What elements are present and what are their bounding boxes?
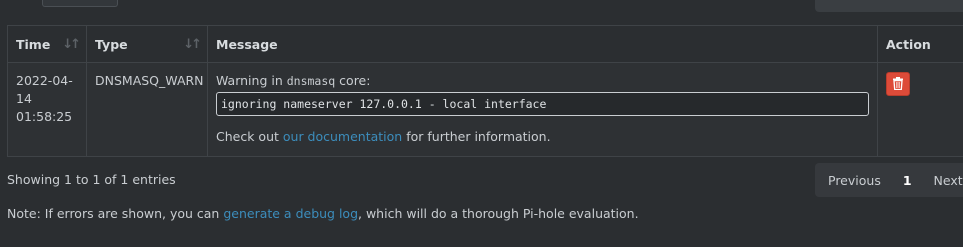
warning-line: Warning in dnsmasq core:	[216, 72, 869, 90]
column-header-action: Action	[877, 25, 963, 63]
column-header-time-label: Time	[16, 36, 51, 52]
partial-search-input[interactable]	[815, 0, 963, 12]
checkout-prefix: Check out	[216, 129, 283, 144]
column-header-type[interactable]: Type ↓↑	[86, 25, 208, 63]
table-header-row: Time ↓↑ Type ↓↑ Message Action	[7, 25, 963, 63]
documentation-link[interactable]: our documentation	[283, 129, 402, 144]
messages-panel: Time ↓↑ Type ↓↑ Message Action 2022-04- …	[0, 0, 963, 247]
sort-icon: ↓↑	[62, 36, 81, 52]
table-row: 2022-04- 14 01:58:25 DNSMASQ_WARN Warnin…	[7, 62, 963, 157]
documentation-line: Check out our documentation for further …	[216, 128, 869, 146]
delete-button[interactable]	[886, 72, 910, 96]
debug-note: Note: If errors are shown, you can gener…	[7, 206, 639, 221]
cell-message: Warning in dnsmasq core: ignoring namese…	[207, 62, 878, 157]
time-clock: 01:58:25	[16, 109, 73, 124]
trash-icon	[893, 77, 903, 90]
checkout-suffix: for further information.	[402, 129, 551, 144]
time-date-part1: 2022-04-	[16, 73, 73, 88]
next-button[interactable]: Next	[924, 173, 963, 188]
sort-icon: ↓↑	[183, 36, 202, 52]
cell-time: 2022-04- 14 01:58:25	[7, 62, 87, 157]
table-info: Showing 1 to 1 of 1 entries	[7, 172, 176, 187]
pagination: Previous 1 Next	[815, 163, 963, 197]
cell-type: DNSMASQ_WARN	[86, 62, 208, 157]
warning-prefix: Warning in	[216, 73, 287, 88]
page-button-current[interactable]: 1	[891, 173, 924, 188]
message-text: ignoring nameserver 127.0.0.1 - local in…	[216, 92, 869, 116]
warning-code: dnsmasq	[286, 74, 336, 88]
time-date-part2: 14	[16, 91, 32, 106]
column-header-message: Message	[207, 25, 878, 63]
debug-log-link[interactable]: generate a debug log	[223, 206, 358, 221]
note-suffix: , which will do a thorough Pi-hole evalu…	[358, 206, 639, 221]
column-header-time[interactable]: Time ↓↑	[7, 25, 87, 63]
column-header-type-label: Type	[95, 36, 128, 52]
partial-length-select[interactable]	[42, 0, 118, 7]
previous-button[interactable]: Previous	[815, 173, 891, 188]
warning-suffix: core:	[335, 73, 371, 88]
note-prefix: Note: If errors are shown, you can	[7, 206, 224, 221]
cell-action	[877, 62, 963, 157]
messages-table: Time ↓↑ Type ↓↑ Message Action 2022-04- …	[7, 25, 963, 157]
